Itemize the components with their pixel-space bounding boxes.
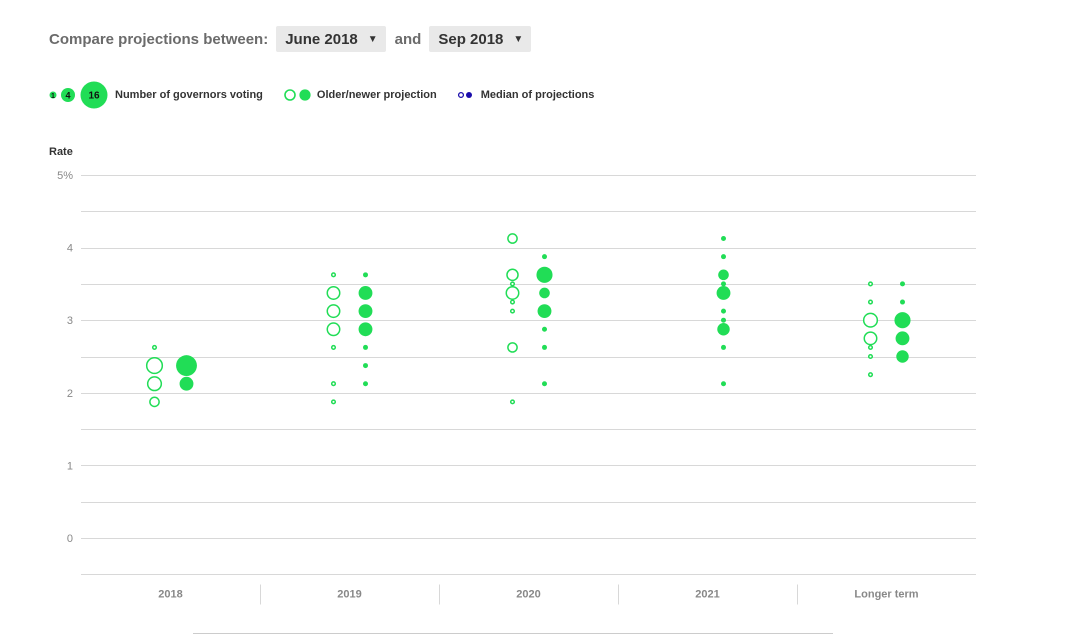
older-projection-dot: [149, 396, 160, 408]
x-category-label: 2020: [516, 589, 540, 601]
older-projection-dot: [862, 312, 879, 328]
older-projection-dot: [867, 372, 874, 378]
x-category-label: 2018: [158, 589, 182, 601]
newer-projection-dot: [721, 344, 726, 350]
newer-projection-dot: [539, 287, 550, 299]
newer-projection-dot: [716, 286, 731, 300]
older-projection-dot: [867, 344, 874, 350]
newer-projection-dot: [358, 322, 373, 337]
older-projection-dot: [509, 299, 516, 305]
x-category-label: 2019: [337, 589, 361, 601]
category-labels: 2018 2019 2020 2021 Longer term: [158, 584, 919, 605]
newer-projection-dot: [542, 326, 547, 332]
older-projection-dot: [863, 331, 878, 346]
newer-projection-dot: [537, 304, 552, 319]
newer-projection-dot: [542, 381, 547, 387]
bottom-divider: [193, 633, 833, 634]
older-projection-dot: [330, 344, 337, 350]
older-projection-dot: [507, 342, 518, 353]
y-tick-label: 1: [67, 460, 73, 472]
y-tick-label: 5%: [57, 170, 73, 182]
newer-projection-dot: [895, 331, 910, 346]
newer-projection-dot: [721, 281, 726, 287]
newer-projection-dot: [721, 381, 726, 387]
y-tick-label: 0: [67, 533, 73, 545]
grid-layer: [81, 175, 976, 575]
x-category-label: Longer term: [854, 589, 918, 601]
older-projection-dot: [506, 268, 519, 282]
older-projection-dot: [505, 285, 520, 300]
older-projection-dot: [507, 233, 518, 244]
newer-projection-dot: [542, 254, 547, 260]
y-tick-label: 3: [67, 315, 73, 327]
older-projection-dot: [330, 272, 337, 278]
newer-projection-dot: [900, 299, 905, 305]
older-projection-dot: [326, 285, 341, 300]
newer-projection-dot: [721, 236, 726, 242]
newer-projection-dot: [900, 281, 905, 287]
newer-projection-dot: [358, 304, 373, 319]
older-projection-dot: [145, 357, 164, 375]
newer-projection-dot: [717, 323, 730, 336]
newer-projection-dot: [363, 363, 368, 369]
dot-plot-chart: Rate 0 1 2 3 4 5% 2018 2019 2020 2021 Longer term: [49, 146, 976, 605]
newer-projection-dot: [721, 254, 726, 260]
newer-projection-dot: [363, 381, 368, 387]
newer-projection-dot: [358, 286, 373, 300]
y-axis-title: Rate: [49, 146, 73, 158]
older-projection-dot: [151, 344, 158, 350]
older-projection-dot: [326, 322, 341, 337]
older-projection-dot: [330, 399, 337, 405]
newer-projection-dot: [896, 350, 909, 363]
older-projection-dot: [509, 281, 516, 287]
newer-projection-dot: [363, 272, 368, 278]
older-projection-dot: [326, 304, 341, 319]
older-projection-dot: [509, 399, 516, 405]
newer-projection-dot: [721, 308, 726, 314]
older-projection-dot: [509, 308, 516, 314]
older-projection-dot: [867, 299, 874, 305]
newer-projection-dot: [721, 317, 726, 323]
y-tick-labels: 0 1 2 3 4 5%: [57, 170, 73, 545]
newer-projection-dot: [176, 355, 197, 377]
y-tick-label: 2: [67, 388, 73, 400]
newer-projection-dot: [363, 344, 368, 350]
older-projection-dot: [867, 353, 874, 360]
newer-projection-dot: [179, 376, 194, 391]
older-projection-dot: [867, 281, 874, 287]
x-category-label: 2021: [695, 589, 719, 601]
older-projection-dot: [330, 381, 337, 387]
y-tick-label: 4: [67, 243, 73, 255]
newer-projection-dot: [894, 312, 911, 329]
newer-projection-dot: [542, 344, 547, 350]
older-projection-dot: [146, 376, 163, 392]
dot-plot-page: Compare projections between: June 2018 ▼…: [0, 0, 1068, 635]
newer-projection-dot: [536, 266, 553, 283]
newer-projection-dot: [718, 269, 729, 281]
